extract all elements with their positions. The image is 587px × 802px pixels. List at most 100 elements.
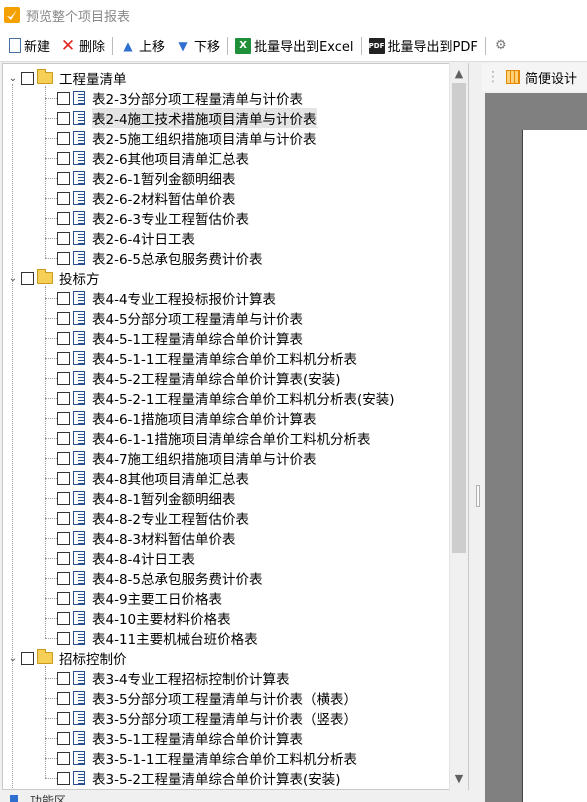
group-checkbox[interactable]: [21, 271, 34, 285]
tree-item-row[interactable]: 表3-5-2工程量清单综合单价计算表(安装): [57, 768, 341, 788]
design-tab-label: 简便设计: [525, 71, 578, 87]
tree-connector: [45, 198, 57, 199]
item-checkbox[interactable]: [57, 591, 70, 605]
item-checkbox[interactable]: [57, 511, 70, 525]
tree-item-row[interactable]: 表4-7施工组织措施项目清单与计价表: [57, 448, 317, 468]
tree-item-label: 表4-6-1-1措施项目清单综合单价工料机分析表: [92, 432, 371, 448]
tree-item-row[interactable]: 表3-5分部分项工程量清单与计价表（横表）: [57, 688, 357, 708]
item-checkbox[interactable]: [57, 231, 70, 245]
scroll-up-arrow-icon[interactable]: ▲: [450, 65, 468, 83]
tree-item-row[interactable]: 表2-6-2材料暂估单价表: [57, 188, 236, 208]
tree-item-row[interactable]: 表4-9主要工日价格表: [57, 588, 222, 608]
tree-item-row[interactable]: 表3-5-1-1工程量清单综合单价工料机分析表: [57, 748, 357, 768]
item-checkbox[interactable]: [57, 571, 70, 585]
tree-item-row[interactable]: 表4-4专业工程投标报价计算表: [57, 288, 276, 308]
tree-item-row[interactable]: 表2-4施工技术措施项目清单与计价表: [57, 108, 317, 128]
export-pdf-button[interactable]: PDF 批量导出到PDF: [364, 34, 483, 58]
item-checkbox[interactable]: [57, 451, 70, 465]
tree-item-row[interactable]: 表4-11主要机械台班价格表: [57, 628, 258, 648]
item-checkbox[interactable]: [57, 111, 70, 125]
tree-item-row[interactable]: 表4-8其他项目清单汇总表: [57, 468, 249, 488]
item-checkbox[interactable]: [57, 611, 70, 625]
item-checkbox[interactable]: [57, 691, 70, 705]
item-checkbox[interactable]: [57, 171, 70, 185]
tree-item-row[interactable]: 表3-5分部分项工程量清单与计价表（竖表）: [57, 708, 357, 728]
group-checkbox[interactable]: [21, 651, 34, 665]
item-checkbox[interactable]: [57, 351, 70, 365]
item-checkbox[interactable]: [57, 91, 70, 105]
tree-item-row[interactable]: 表2-3分部分项工程量清单与计价表: [57, 88, 303, 108]
tree-item-row[interactable]: 表4-8-4计日工表: [57, 548, 195, 568]
chevron-down-icon[interactable]: ⌄: [7, 653, 19, 664]
function-area-tab[interactable]: 功能区: [0, 790, 470, 802]
item-checkbox[interactable]: [57, 391, 70, 405]
item-checkbox[interactable]: [57, 311, 70, 325]
tree-item-row[interactable]: 表2-6-3专业工程暂估价表: [57, 208, 249, 228]
tree-group-row[interactable]: ⌄ 工程量清单: [7, 68, 127, 88]
tree-item-row[interactable]: 表4-5-2-1工程量清单综合单价工料机分析表(安装): [57, 388, 395, 408]
item-checkbox[interactable]: [57, 211, 70, 225]
report-tree[interactable]: ⌄ 工程量清单 表2-3分部分项工程量清单与计价表 表2-4施工技术措施项目清单与计价…: [2, 63, 469, 790]
tree-connector: [45, 518, 57, 519]
item-checkbox[interactable]: [57, 751, 70, 765]
tree-item-label: 表4-9主要工日价格表: [92, 592, 223, 608]
item-checkbox[interactable]: [57, 131, 70, 145]
tree-item-row[interactable]: 表4-5-1-1工程量清单综合单价工料机分析表: [57, 348, 357, 368]
item-checkbox[interactable]: [57, 491, 70, 505]
tree-item-row[interactable]: 表4-8-3材料暂估单价表: [57, 528, 236, 548]
item-checkbox[interactable]: [57, 151, 70, 165]
tree-item-row[interactable]: 表4-5-2工程量清单综合单价计算表(安装): [57, 368, 341, 388]
item-checkbox[interactable]: [57, 711, 70, 725]
item-checkbox[interactable]: [57, 251, 70, 265]
item-checkbox[interactable]: [57, 731, 70, 745]
scroll-thumb[interactable]: [452, 83, 466, 553]
item-checkbox[interactable]: [57, 371, 70, 385]
tree-scrollbar[interactable]: ▲ ▼: [449, 63, 468, 790]
item-checkbox[interactable]: [57, 331, 70, 345]
tree-item-label: 表2-5施工组织措施项目清单与计价表: [92, 132, 317, 148]
tree-item-row[interactable]: 表2-6-5总承包服务费计价表: [57, 248, 263, 268]
tree-group-row[interactable]: ⌄ 招标控制价: [7, 648, 127, 668]
pane-splitter-handle[interactable]: [476, 485, 480, 507]
more-button[interactable]: ⚙: [488, 34, 517, 58]
tree-item-row[interactable]: 表4-6-1措施项目清单综合单价计算表: [57, 408, 317, 428]
scroll-down-arrow-icon[interactable]: ▼: [450, 770, 468, 788]
move-up-button[interactable]: ▲ 上移: [115, 34, 170, 58]
item-checkbox[interactable]: [57, 671, 70, 685]
tree-item-row[interactable]: 表4-10主要材料价格表: [57, 608, 231, 628]
tree-item-row[interactable]: 表2-6其他项目清单汇总表: [57, 148, 249, 168]
document-icon: [73, 631, 85, 645]
tree-item-row[interactable]: 表4-5-1工程量清单综合单价计算表: [57, 328, 303, 348]
design-tab[interactable]: ⋮ 简便设计: [482, 63, 587, 91]
tree-group-row[interactable]: ⌄ 投标方: [7, 268, 100, 288]
item-checkbox[interactable]: [57, 411, 70, 425]
tree-item-row[interactable]: 表4-8-2专业工程暂估价表: [57, 508, 249, 528]
item-checkbox[interactable]: [57, 631, 70, 645]
export-excel-button[interactable]: X 批量导出到Excel: [230, 34, 358, 58]
tree-item-row[interactable]: 表4-5分部分项工程量清单与计价表: [57, 308, 303, 328]
tree-item-row[interactable]: 表2-6-4计日工表: [57, 228, 195, 248]
tree-item-row[interactable]: 表3-4专业工程招标控制价计算表: [57, 668, 290, 688]
item-checkbox[interactable]: [57, 551, 70, 565]
item-checkbox[interactable]: [57, 431, 70, 445]
chevron-down-icon[interactable]: ⌄: [7, 73, 19, 84]
item-checkbox[interactable]: [57, 191, 70, 205]
group-checkbox[interactable]: [21, 71, 34, 85]
item-checkbox[interactable]: [57, 531, 70, 545]
chevron-down-icon[interactable]: ⌄: [7, 273, 19, 284]
item-checkbox[interactable]: [57, 771, 70, 785]
tree-item-row[interactable]: 表2-6-1暂列金额明细表: [57, 168, 236, 188]
tree-item-row[interactable]: 表2-5施工组织措施项目清单与计价表: [57, 128, 317, 148]
new-button[interactable]: 新建: [4, 34, 55, 58]
item-checkbox[interactable]: [57, 291, 70, 305]
tree-item-row[interactable]: 表4-8-1暂列金额明细表: [57, 488, 236, 508]
document-icon: [73, 571, 85, 585]
delete-button[interactable]: ✕ 删除: [55, 34, 110, 58]
tree-item-row[interactable]: 表3-5-1工程量清单综合单价计算表: [57, 728, 303, 748]
move-down-button[interactable]: ▼ 下移: [170, 34, 225, 58]
item-checkbox[interactable]: [57, 471, 70, 485]
tree-item-row[interactable]: 表4-6-1-1措施项目清单综合单价工料机分析表: [57, 428, 370, 448]
document-icon: [73, 211, 85, 225]
function-area-label: 功能区: [30, 794, 67, 802]
tree-item-row[interactable]: 表4-8-5总承包服务费计价表: [57, 568, 263, 588]
